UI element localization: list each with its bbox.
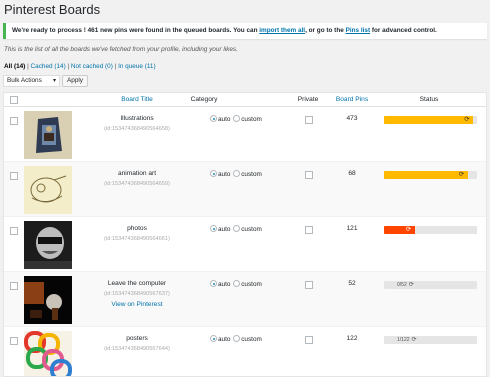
table-row: photos (id:153474368490564661) auto cust…	[4, 217, 486, 272]
notice-text-middle: , or go to the	[305, 27, 346, 34]
row-checkbox[interactable]	[10, 227, 18, 235]
table-row: posters (id:153474368490567644) auto cus…	[4, 327, 486, 376]
category-custom-label: custom	[241, 171, 262, 178]
column-pins[interactable]: Board Pins	[328, 93, 376, 107]
category-custom-radio[interactable]	[233, 115, 241, 122]
category-selector: auto custom	[210, 225, 262, 233]
row-checkbox[interactable]	[10, 337, 18, 345]
category-selector: auto custom	[210, 280, 262, 288]
category-auto-label: auto	[218, 116, 231, 123]
category-auto-label: auto	[218, 226, 231, 233]
status-progress-label: 0/52 ⟳	[397, 282, 414, 288]
refresh-icon[interactable]: ⟳	[459, 171, 464, 179]
pins-list-link[interactable]: Pins list	[346, 27, 371, 34]
category-custom-radio[interactable]	[233, 225, 241, 232]
import-all-link[interactable]: import them all	[259, 27, 305, 34]
table-row: Leave the computer (id:15347436849056763…	[4, 272, 486, 327]
refresh-icon[interactable]: ⟳	[412, 337, 417, 343]
category-custom-label: custom	[241, 281, 262, 288]
category-selector: auto custom	[210, 115, 262, 123]
row-checkbox[interactable]	[10, 172, 18, 180]
category-custom-radio[interactable]	[233, 170, 241, 177]
category-custom-radio[interactable]	[233, 280, 241, 287]
board-pin-count: 68	[348, 170, 356, 177]
apply-button[interactable]: Apply	[62, 75, 88, 87]
private-checkbox[interactable]	[305, 336, 313, 344]
page-title: Pinterest Boards	[4, 2, 101, 17]
board-id: (id:153474368490564658)	[104, 126, 170, 132]
board-title: posters	[126, 335, 148, 342]
row-checkbox[interactable]	[10, 117, 18, 125]
category-auto-radio[interactable]	[210, 280, 217, 287]
notice-text: We're ready to process ! 461 new pins we…	[12, 27, 260, 34]
column-private: Private	[297, 96, 319, 103]
bulk-actions-value: Bulk Actions	[7, 77, 42, 84]
filter-in-queue[interactable]: In queue (11)	[118, 63, 156, 70]
board-pin-count: 52	[348, 280, 356, 287]
chevron-down-icon: ▾	[52, 78, 56, 84]
status-progress-fill	[384, 116, 474, 124]
category-auto-label: auto	[218, 336, 231, 343]
refresh-icon[interactable]: ⟳	[406, 226, 411, 234]
status-filters: All (14) | Cached (14) | Not cached (0) …	[4, 63, 156, 70]
intro-text: This is the list of all the boards we've…	[4, 46, 238, 53]
category-auto-radio[interactable]	[210, 115, 217, 122]
import-notice: We're ready to process ! 461 new pins we…	[3, 23, 487, 39]
row-checkbox[interactable]	[10, 282, 18, 290]
board-id: (id:153474368490567644)	[104, 346, 170, 352]
board-pin-count: 122	[346, 335, 358, 342]
board-thumbnail	[24, 166, 72, 214]
board-pin-count: 473	[346, 115, 358, 122]
status-progress-fill	[384, 171, 468, 179]
status-progress-bar: ⟳	[384, 116, 477, 124]
board-thumbnail	[24, 276, 72, 324]
private-checkbox[interactable]	[305, 116, 313, 124]
status-progress-bar: ⟳	[384, 171, 477, 179]
board-title: photos	[127, 225, 147, 232]
column-category: Category	[190, 96, 218, 103]
view-on-pinterest-link[interactable]: View on Pinterest	[82, 301, 192, 308]
table-row: Illustrations (id:153474368490564658) au…	[4, 107, 486, 162]
filter-cached[interactable]: Cached (14)	[31, 63, 66, 70]
notice-text-end: for advanced control.	[370, 27, 437, 34]
board-thumbnail	[24, 111, 72, 159]
category-custom-label: custom	[241, 336, 262, 343]
private-checkbox[interactable]	[305, 171, 313, 179]
category-auto-radio[interactable]	[210, 170, 217, 177]
table-row: animation art (id:153474368490564659) au…	[4, 162, 486, 217]
bulk-actions-select[interactable]: Bulk Actions ▾	[3, 75, 60, 87]
board-id: (id:153474368490567637)	[104, 291, 170, 297]
board-title: animation art	[117, 170, 157, 177]
category-custom-label: custom	[241, 116, 262, 123]
board-id: (id:153474368490564659)	[104, 181, 170, 187]
board-title: Leave the computer	[107, 280, 167, 287]
filter-all[interactable]: All (14)	[4, 63, 25, 70]
status-progress-bar: 0/52 ⟳	[384, 281, 477, 289]
category-auto-radio[interactable]	[210, 225, 217, 232]
board-id: (id:153474368490564661)	[104, 236, 170, 242]
category-custom-label: custom	[241, 226, 262, 233]
boards-table: Board Title Category Private Board Pins …	[3, 92, 487, 377]
board-thumbnail	[24, 331, 72, 376]
table-header: Board Title Category Private Board Pins …	[4, 93, 486, 107]
board-title: Illustrations	[120, 115, 154, 122]
category-selector: auto custom	[210, 170, 262, 178]
category-custom-radio[interactable]	[233, 335, 241, 342]
private-checkbox[interactable]	[305, 226, 313, 234]
category-auto-label: auto	[218, 171, 231, 178]
category-auto-radio[interactable]	[210, 335, 217, 342]
filter-not-cached[interactable]: Not cached (0)	[71, 63, 113, 70]
category-auto-label: auto	[218, 281, 231, 288]
select-all-checkbox[interactable]	[10, 96, 18, 104]
board-pin-count: 121	[346, 225, 358, 232]
status-progress-bar: ⟳	[384, 226, 477, 234]
column-status: Status	[419, 96, 439, 103]
status-progress-label: 1/122 ⟳	[397, 337, 417, 343]
private-checkbox[interactable]	[305, 281, 313, 289]
status-progress-bar: 1/122 ⟳	[384, 336, 477, 344]
refresh-icon[interactable]: ⟳	[464, 116, 469, 124]
category-selector: auto custom	[210, 335, 262, 343]
board-thumbnail	[24, 221, 72, 269]
refresh-icon[interactable]: ⟳	[409, 282, 414, 288]
